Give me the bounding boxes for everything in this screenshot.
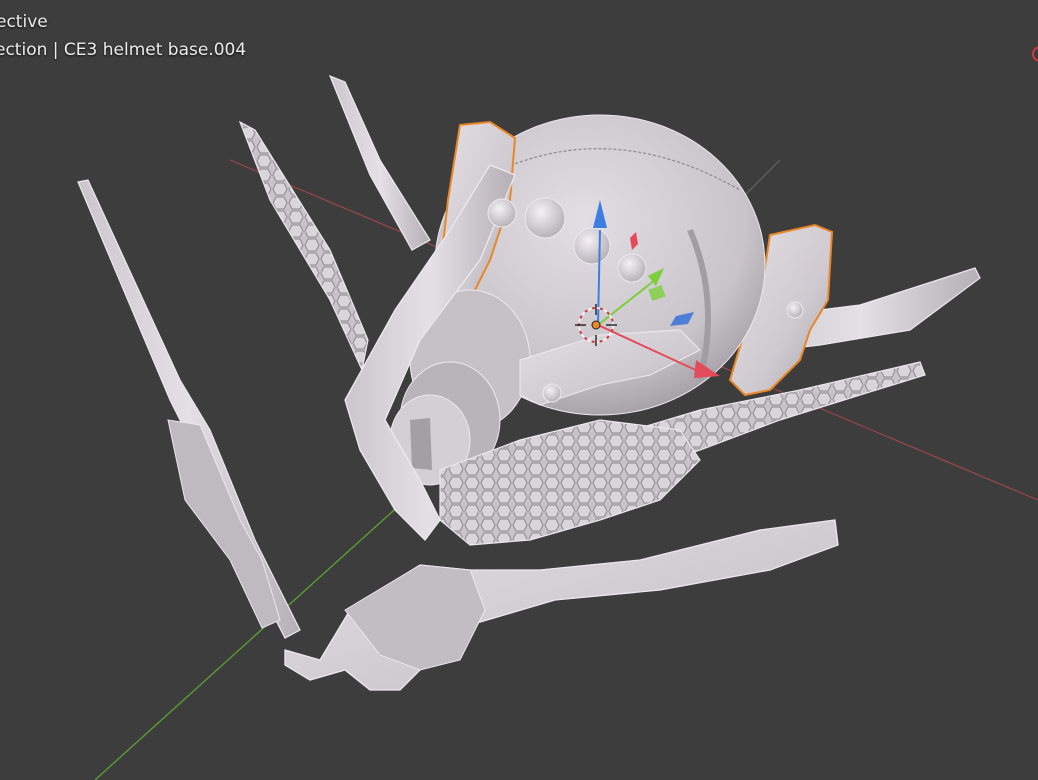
grid-line (739, 159, 781, 201)
3d-viewport[interactable]: ective ection | CE3 helmet base.004 (0, 0, 1038, 780)
mesh-fin-upper (328, 74, 431, 251)
viewport-scene[interactable] (0, 0, 1038, 780)
mesh-fin-left-outer (77, 179, 301, 639)
viewport-collection-object-label: ection | CE3 helmet base.004 (0, 40, 247, 60)
viewport-view-mode-label: ective (0, 12, 48, 32)
mesh-fin-left-hex (238, 120, 369, 372)
mesh-jaw-lower (284, 519, 839, 691)
